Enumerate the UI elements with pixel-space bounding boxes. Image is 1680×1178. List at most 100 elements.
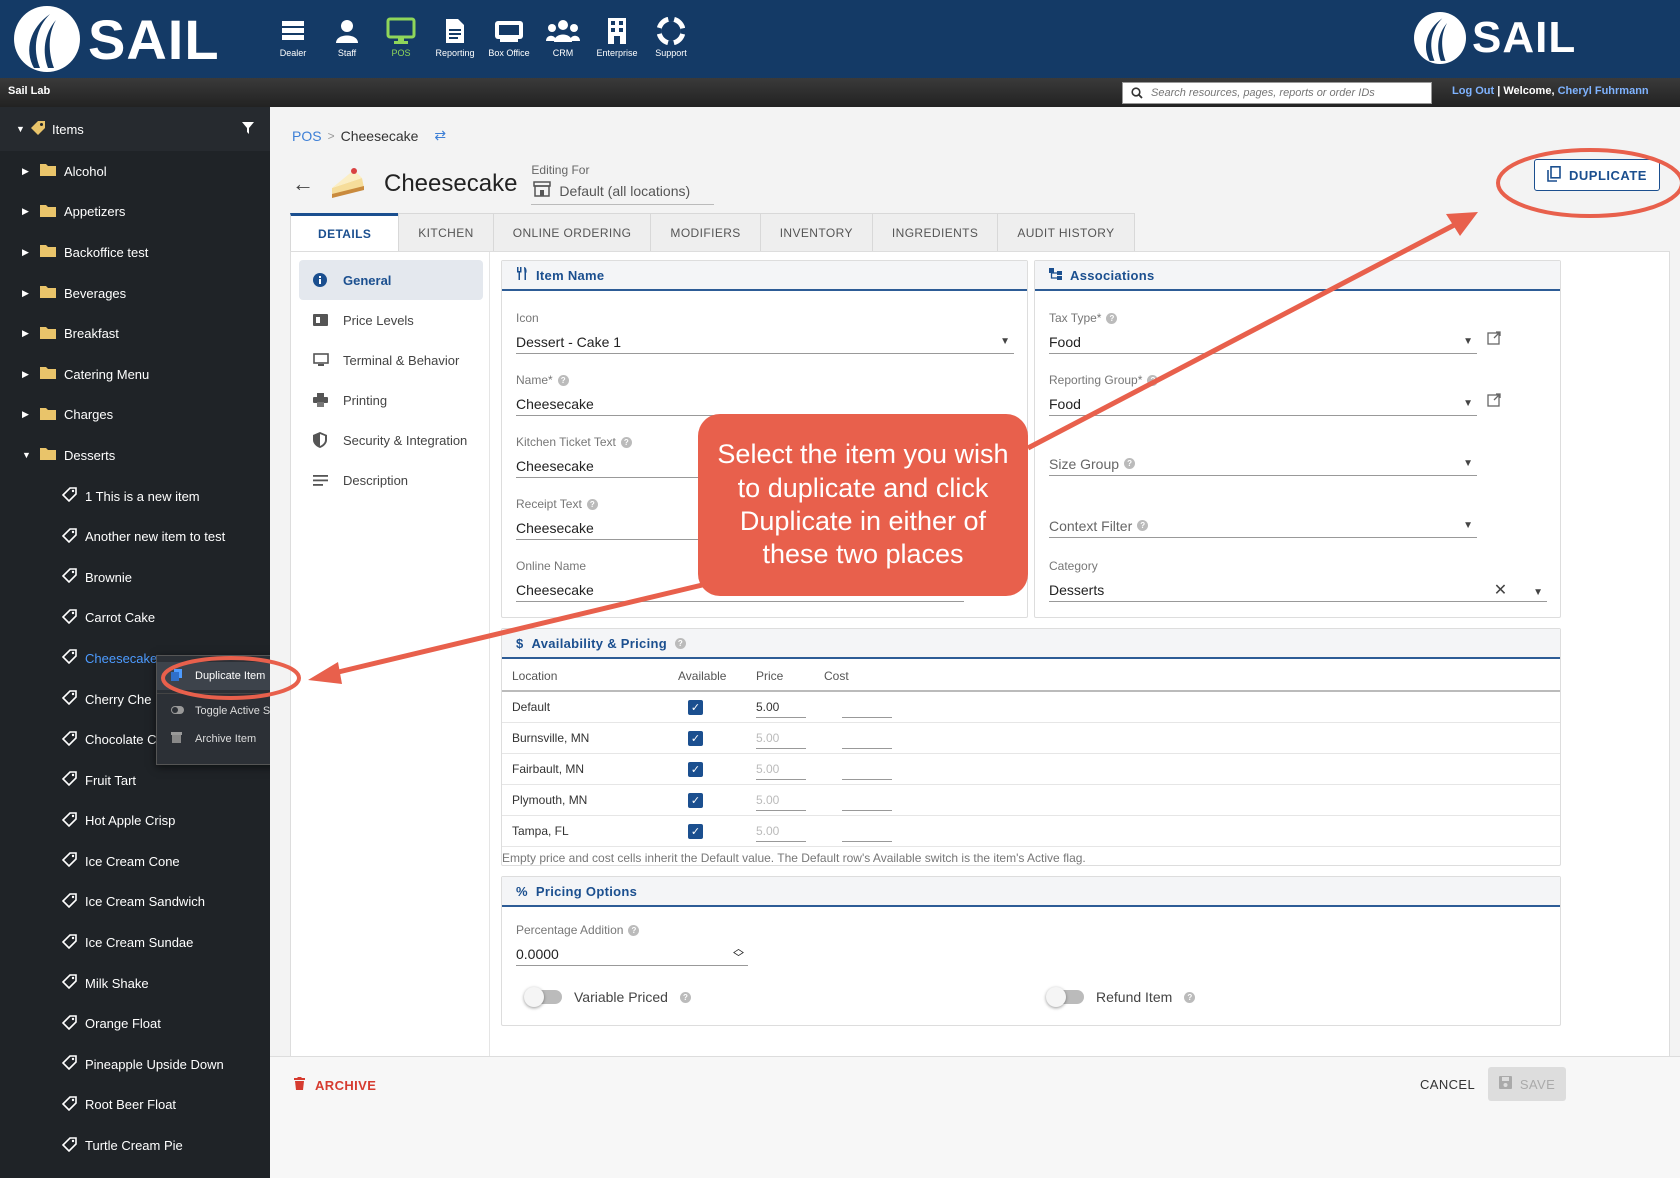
sidebar-item[interactable]: Ice Cream Sandwich xyxy=(0,882,270,923)
help-icon[interactable]: ? xyxy=(1147,374,1159,386)
cost-input[interactable] xyxy=(842,789,892,811)
sidebar-item[interactable]: Milk Shake xyxy=(0,963,270,1004)
sidebar-item[interactable]: Orange Float xyxy=(0,1003,270,1044)
reporting-group-select[interactable]: Food ▼ xyxy=(1049,392,1477,416)
help-icon[interactable]: ? xyxy=(628,924,640,936)
cost-input[interactable] xyxy=(842,758,892,780)
tax-type-select[interactable]: Food ▼ xyxy=(1049,330,1477,354)
sidebar-folder[interactable]: ▶ Beverages xyxy=(0,273,270,314)
section-price-levels[interactable]: Price Levels xyxy=(299,300,483,340)
checkbox-checked-icon[interactable]: ✓ xyxy=(688,761,703,777)
caret-right-icon[interactable]: ▶ xyxy=(22,369,40,380)
size-group-select[interactable]: Size Group? ▼ xyxy=(1049,452,1477,476)
sidebar-item[interactable]: Ice Cream Cone xyxy=(0,841,270,882)
sidebar-item[interactable]: Another new item to test xyxy=(0,516,270,557)
context-filter-field[interactable]: Context Filter? ▼ xyxy=(1049,509,1477,538)
editing-for[interactable]: Editing For Default (all locations) xyxy=(531,163,715,205)
price-input[interactable]: 5.00 xyxy=(756,789,806,811)
sidebar-item[interactable]: Brownie xyxy=(0,557,270,598)
variable-priced-toggle[interactable]: Variable Priced ? xyxy=(524,987,691,1007)
caret-right-icon[interactable]: ▶ xyxy=(22,288,40,299)
nav-crm[interactable]: CRM xyxy=(538,14,588,58)
sidebar-folder[interactable]: ▼ Desserts xyxy=(0,435,270,476)
tab-inventory[interactable]: INVENTORY xyxy=(759,213,873,251)
sidebar-item[interactable]: Turtle Cream Pie xyxy=(0,1125,270,1166)
section-general[interactable]: General xyxy=(299,260,483,300)
open-external-icon[interactable] xyxy=(1487,331,1501,348)
help-icon[interactable]: ? xyxy=(1137,520,1149,531)
sidebar-item[interactable]: Carrot Cake xyxy=(0,598,270,639)
checkbox-checked-icon[interactable]: ✓ xyxy=(688,699,703,715)
nav-pos[interactable]: POS xyxy=(376,14,426,58)
sail-logo[interactable]: SAIL xyxy=(14,6,220,72)
logout-link[interactable]: Log Out xyxy=(1452,85,1494,97)
sidebar-item[interactable]: 1 This is a new item xyxy=(0,476,270,517)
caret-right-icon[interactable]: ▶ xyxy=(22,206,40,217)
price-input[interactable]: 5.00 xyxy=(756,758,806,780)
checkbox-checked-icon[interactable]: ✓ xyxy=(688,823,703,839)
caret-right-icon[interactable]: ▶ xyxy=(22,328,40,339)
cost-input[interactable] xyxy=(842,727,892,749)
open-external-icon[interactable] xyxy=(1487,393,1501,410)
sidebar-folder[interactable]: ▶ Appetizers xyxy=(0,192,270,233)
nav-box-office[interactable]: Box Office xyxy=(484,14,534,58)
price-input[interactable]: 5.00 xyxy=(756,727,806,749)
caret-right-icon[interactable]: ▶ xyxy=(22,247,40,258)
back-arrow-icon[interactable]: ← xyxy=(292,171,328,197)
help-icon[interactable]: ? xyxy=(1184,991,1196,1003)
sail-logo-right[interactable]: SAIL xyxy=(1414,12,1576,64)
sidebar-item[interactable]: Root Beer Float xyxy=(0,1085,270,1126)
caret-right-icon[interactable]: ▶ xyxy=(22,409,40,420)
tab-online-ordering[interactable]: ONLINE ORDERING xyxy=(492,213,652,251)
help-icon[interactable]: ? xyxy=(674,637,686,649)
filter-icon[interactable] xyxy=(242,121,254,137)
help-icon[interactable]: ? xyxy=(679,991,691,1003)
swap-arrows-icon[interactable]: ⇄ xyxy=(434,127,446,144)
clear-x-icon[interactable]: ✕ xyxy=(1494,582,1507,599)
nav-support[interactable]: Support xyxy=(646,14,696,58)
stepper-arrows-icon[interactable]: ︿ ﹀ xyxy=(733,943,744,963)
price-input[interactable]: 5.00 xyxy=(756,820,806,842)
cost-input[interactable] xyxy=(842,696,892,718)
help-icon[interactable]: ? xyxy=(620,436,632,448)
sidebar-folder[interactable]: ▶ Backoffice test xyxy=(0,232,270,273)
save-button[interactable]: SAVE xyxy=(1488,1067,1566,1101)
help-icon[interactable]: ? xyxy=(1124,458,1136,469)
tax-type-field[interactable]: Tax Type*? Food ▼ xyxy=(1049,311,1477,354)
sidebar-item[interactable]: Ice Cream Sundae xyxy=(0,922,270,963)
section-terminal-behavior[interactable]: Terminal & Behavior xyxy=(299,340,483,380)
sidebar-item[interactable]: Fruit Tart xyxy=(0,760,270,801)
nav-dealer[interactable]: Dealer xyxy=(268,14,318,58)
category-field[interactable]: Category Desserts ✕ ▼ xyxy=(1049,559,1547,602)
editing-for-select[interactable]: Default (all locations) xyxy=(531,179,715,205)
user-name-link[interactable]: Cheryl Fuhrmann xyxy=(1558,85,1649,97)
tab-ingredients[interactable]: INGREDIENTS xyxy=(871,213,999,251)
percentage-addition-field[interactable]: Percentage Addition? 0.0000 ︿ ﹀ xyxy=(516,923,748,966)
caret-down-icon[interactable]: ▼ xyxy=(22,450,40,460)
caret-right-icon[interactable]: ▶ xyxy=(22,166,40,177)
icon-select[interactable]: Dessert - Cake 1 ▼ xyxy=(516,330,1014,354)
tab-audit-history[interactable]: AUDIT HISTORY xyxy=(997,213,1135,251)
sidebar-item[interactable]: Hot Apple Crisp xyxy=(0,801,270,842)
toggle-switch[interactable] xyxy=(1046,987,1084,1007)
tab-kitchen[interactable]: KITCHEN xyxy=(398,213,494,251)
archive-button[interactable]: ARCHIVE xyxy=(294,1077,376,1093)
sidebar-header[interactable]: ▼ Items xyxy=(0,107,270,151)
section-printing[interactable]: Printing xyxy=(299,380,483,420)
checkbox-checked-icon[interactable]: ✓ xyxy=(688,730,703,746)
icon-field[interactable]: Icon Dessert - Cake 1 ▼ xyxy=(516,311,1014,354)
search-input[interactable] xyxy=(1151,87,1421,99)
duplicate-button[interactable]: DUPLICATE xyxy=(1534,159,1660,191)
nav-staff[interactable]: Staff xyxy=(322,14,372,58)
sidebar-item[interactable]: Pineapple Upside Down xyxy=(0,1044,270,1085)
checkbox-checked-icon[interactable]: ✓ xyxy=(688,792,703,808)
sidebar-folder[interactable]: ▶ Alcohol xyxy=(0,151,270,192)
nav-enterprise[interactable]: Enterprise xyxy=(592,14,642,58)
category-select[interactable]: Desserts ✕ ▼ xyxy=(1049,578,1547,602)
tab-modifiers[interactable]: MODIFIERS xyxy=(650,213,761,251)
size-group-field[interactable]: Size Group? ▼ xyxy=(1049,447,1477,476)
reporting-group-field[interactable]: Reporting Group*? Food ▼ xyxy=(1049,373,1477,416)
section-description[interactable]: Description xyxy=(299,460,483,500)
sidebar-folder[interactable]: ▶ Breakfast xyxy=(0,313,270,354)
percentage-addition-input[interactable]: 0.0000 ︿ ﹀ xyxy=(516,942,748,966)
